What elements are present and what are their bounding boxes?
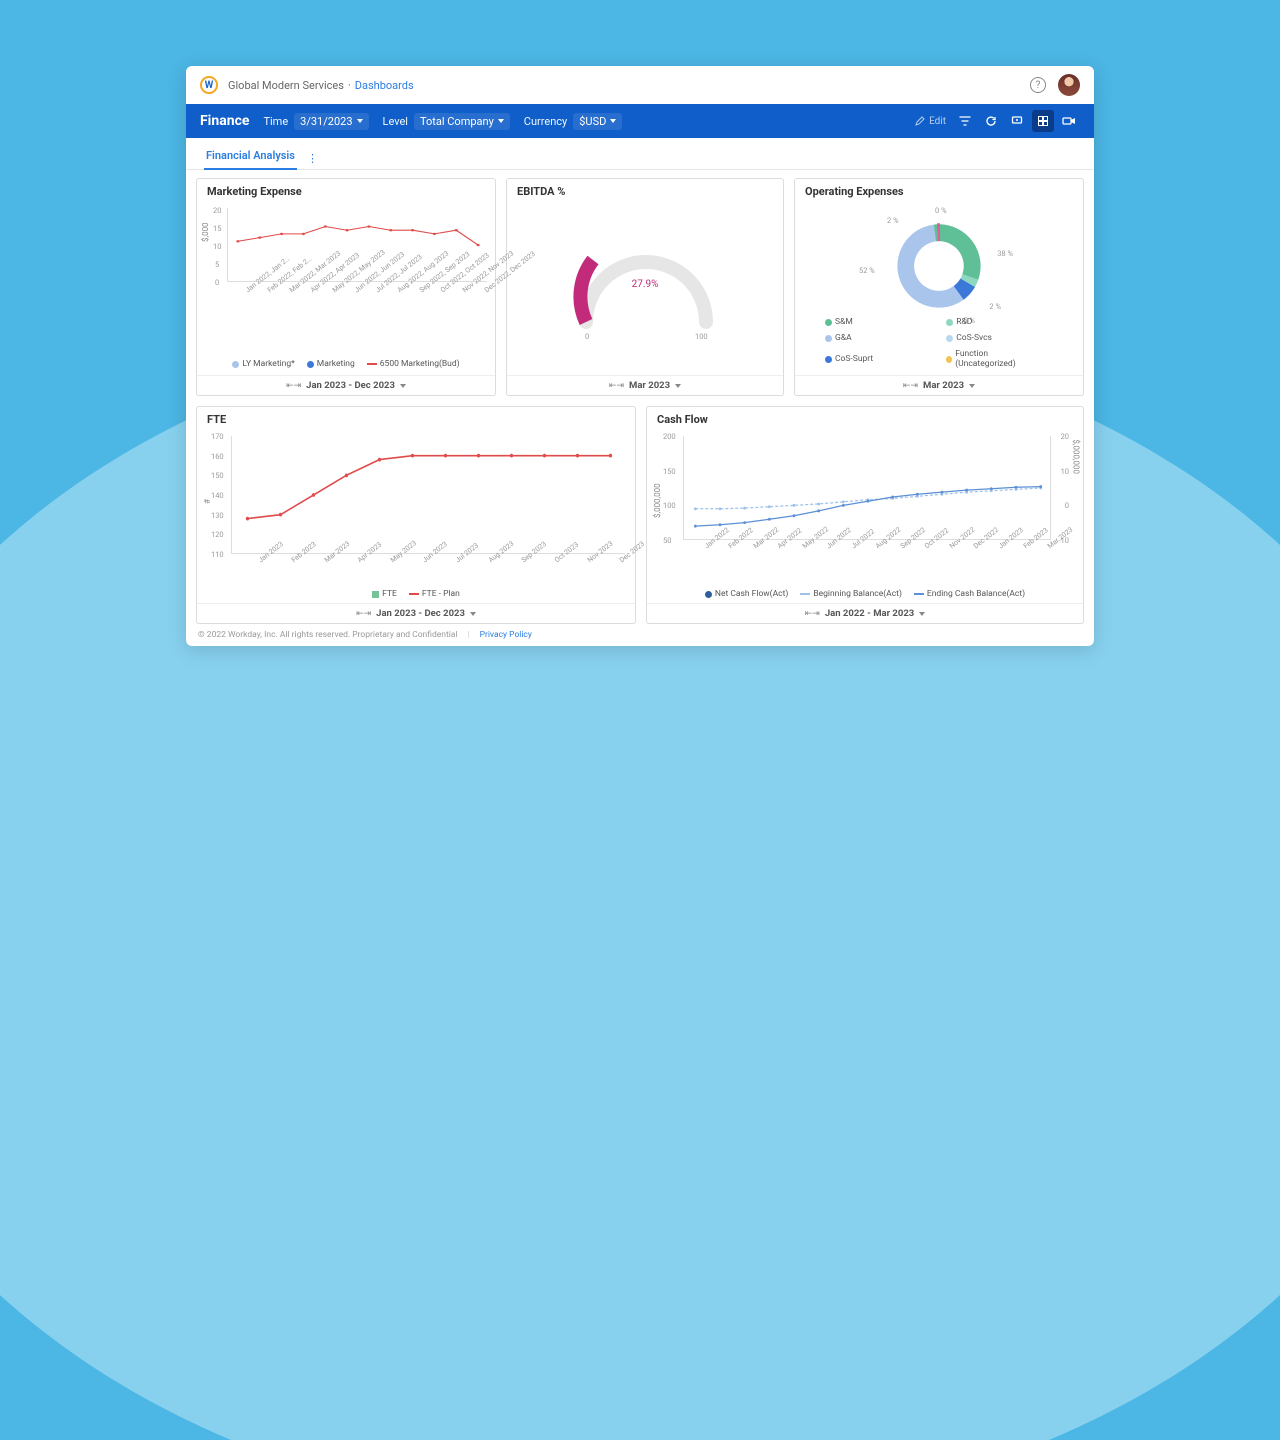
toolbar-icons [954,110,1080,132]
chevron-down-icon [610,119,616,123]
card-range-selector[interactable]: ⇤⇥ Jan 2022 - Mar 2023 [647,603,1083,623]
card-range-selector[interactable]: ⇤⇥ Mar 2023 [795,375,1083,395]
chevron-down-icon [969,384,975,388]
filter-time-value[interactable]: 3/31/2023 [294,113,368,130]
card-fte: FTE # 110120130140150160170 Jan 2023Feb … [196,406,636,624]
card-title: Operating Expenses [795,179,1083,204]
chevron-down-icon [675,384,681,388]
edit-label: Edit [929,116,946,127]
card-range-selector[interactable]: ⇤⇥ Jan 2023 - Dec 2023 [197,375,495,395]
grid-view-icon[interactable] [1032,110,1054,132]
card-range-selector[interactable]: ⇤⇥ Mar 2023 [507,375,783,395]
chevron-down-icon [919,612,925,616]
chevron-down-icon [470,612,476,616]
card-cash-flow: Cash Flow $,000,000 $,000,000 5010015020… [646,406,1084,624]
dashboard-content: Marketing Expense $,000 20 15 10 5 0 Jan… [186,170,1094,624]
app-window: Global Modern Services · Dashboards ? Fi… [186,66,1094,646]
chart-cash-flow[interactable]: $,000,000 $,000,000 50100150200 -1001020… [647,432,1083,603]
card-title: FTE [197,407,635,432]
filter-time: Time 3/31/2023 [263,113,368,130]
video-icon[interactable] [1058,110,1080,132]
filter-currency: Currency $USD [524,113,623,130]
card-operating-expenses: Operating Expenses 38 % 2 % [794,178,1084,396]
filter-time-label: Time [263,115,288,128]
chevron-down-icon [357,119,363,123]
range-icon: ⇤⇥ [805,609,820,619]
filter-icon[interactable] [954,110,976,132]
filter-level-label: Level [383,115,408,128]
chevron-down-icon [400,384,406,388]
tab-financial-analysis[interactable]: Financial Analysis [204,143,297,170]
help-icon[interactable]: ? [1030,77,1046,93]
card-marketing-expense: Marketing Expense $,000 20 15 10 5 0 Jan… [196,178,496,396]
range-icon: ⇤⇥ [903,381,918,391]
breadcrumb-dashboards[interactable]: Dashboards [355,79,414,92]
card-range-selector[interactable]: ⇤⇥ Jan 2023 - Dec 2023 [197,603,635,623]
card-ebitda: EBITDA % 27.9% 0 100 ⇤⇥ Mar 2023 [506,178,784,396]
page-title: Finance [200,113,249,129]
refresh-icon[interactable] [980,110,1002,132]
legend: S&M R&D G&A CoS-Svcs CoS-Suprt Function … [815,315,1063,375]
workday-logo-icon[interactable] [200,76,218,94]
breadcrumb-separator: · [348,79,351,92]
filter-currency-label: Currency [524,115,567,128]
copyright: © 2022 Workday, Inc. All rights reserved… [198,630,458,640]
tab-menu-icon[interactable]: ⋮ [303,148,322,169]
present-icon[interactable] [1006,110,1028,132]
card-title: Marketing Expense [197,179,495,204]
legend: LY Marketing* Marketing 6500 Marketing(B… [197,357,495,375]
range-icon: ⇤⇥ [609,381,624,391]
range-icon: ⇤⇥ [356,609,371,619]
toolbar: Finance Time 3/31/2023 Level Total Compa… [186,104,1094,138]
legend: FTE FTE - Plan [197,587,635,605]
avatar[interactable] [1058,74,1080,96]
y2-axis-label: $,000,000 [1072,439,1081,474]
chevron-down-icon [498,119,504,123]
y-axis-label: $,000,000 [653,483,662,518]
filter-level-value[interactable]: Total Company [414,113,510,130]
page-footer: © 2022 Workday, Inc. All rights reserved… [186,624,1094,646]
filter-currency-value[interactable]: $USD [573,113,622,130]
card-title: EBITDA % [507,179,783,204]
y-axis-label: $,000 [201,222,210,242]
org-name[interactable]: Global Modern Services [228,79,344,92]
chart-operating-expenses[interactable]: 38 % 2 % 5 % 52 % 2 % 0 % S&M R&D G&A Co… [795,204,1083,375]
card-title: Cash Flow [647,407,1083,432]
gauge-value: 27.9% [507,279,783,290]
edit-button[interactable]: Edit [915,116,946,127]
tab-row: Financial Analysis ⋮ [186,138,1094,170]
filter-level: Level Total Company [383,113,510,130]
range-icon: ⇤⇥ [286,381,301,391]
chart-ebitda-gauge[interactable]: 27.9% 0 100 [507,204,783,375]
privacy-link[interactable]: Privacy Policy [480,630,532,640]
topbar: Global Modern Services · Dashboards ? [186,66,1094,104]
chart-fte[interactable]: # 110120130140150160170 Jan 2023Feb 2023… [197,432,635,603]
chart-marketing-expense[interactable]: $,000 20 15 10 5 0 Jan 2022, Jan 2…Feb 2… [197,204,495,375]
legend: Net Cash Flow(Act) Beginning Balance(Act… [647,587,1083,605]
